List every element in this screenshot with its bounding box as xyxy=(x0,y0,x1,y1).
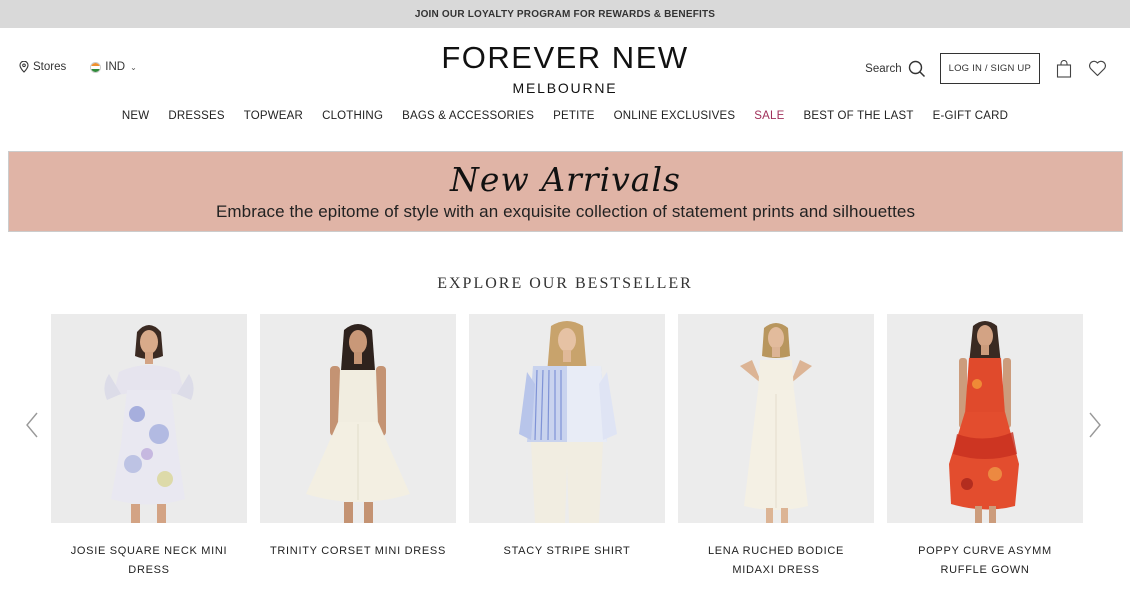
search-label: Search xyxy=(865,62,902,75)
model-in-floral-mini-dress xyxy=(51,314,247,523)
product-name[interactable]: POPPY CURVE ASYMM RUFFLE GOWN xyxy=(887,542,1083,580)
chevron-right-icon xyxy=(1089,412,1101,438)
search-button[interactable]: Search xyxy=(865,60,925,78)
main-nav: NEW DRESSES TOPWEAR CLOTHING BAGS & ACCE… xyxy=(0,110,1130,122)
product-image-cream-corset-dress[interactable] xyxy=(260,314,456,523)
bestseller-carousel: JOSIE SQUARE NECK MINI DRESS TRINITY COR… xyxy=(51,314,1083,580)
nav-item-topwear[interactable]: TOPWEAR xyxy=(234,110,312,122)
header-right: Search LOG IN / SIGN UP xyxy=(865,53,1107,84)
nav-item-bags-accessories[interactable]: BAGS & ACCESSORIES xyxy=(393,110,544,122)
product-name[interactable]: STACY STRIPE SHIRT xyxy=(469,542,665,561)
shopping-bag-button[interactable] xyxy=(1056,59,1072,78)
product-card[interactable]: POPPY CURVE ASYMM RUFFLE GOWN xyxy=(887,314,1083,580)
product-name[interactable]: LENA RUCHED BODICE MIDAXI DRESS xyxy=(678,542,874,580)
nav-item-new[interactable]: NEW xyxy=(112,110,158,122)
model-in-blue-stripe-shirt xyxy=(469,314,665,523)
shopping-bag-icon xyxy=(1056,59,1072,78)
product-name[interactable]: JOSIE SQUARE NECK MINI DRESS xyxy=(51,542,247,580)
product-image-blue-stripe-shirt[interactable] xyxy=(469,314,665,523)
promo-text[interactable]: JOIN OUR LOYALTY PROGRAM FOR REWARDS & B… xyxy=(415,9,715,20)
nav-item-sale[interactable]: SALE xyxy=(745,110,794,122)
bestseller-title: EXPLORE OUR BESTSELLER xyxy=(437,275,693,292)
nav-item-best-of-the-last[interactable]: BEST OF THE LAST xyxy=(794,110,923,122)
nav-item-clothing[interactable]: CLOTHING xyxy=(313,110,393,122)
carousel-next-button[interactable] xyxy=(1085,410,1105,440)
login-label: LOG IN / SIGN UP xyxy=(948,63,1031,74)
nav-item-e-gift-card[interactable]: E-GIFT CARD xyxy=(923,110,1017,122)
product-name[interactable]: TRINITY CORSET MINI DRESS xyxy=(260,542,456,561)
product-card[interactable]: LENA RUCHED BODICE MIDAXI DRESS xyxy=(678,314,874,580)
new-arrivals-banner[interactable]: New Arrivals Embrace the epitome of styl… xyxy=(8,151,1123,232)
nav-item-online-exclusives[interactable]: ONLINE EXCLUSIVES xyxy=(604,110,745,122)
heart-icon xyxy=(1088,60,1107,77)
header: Stores IND ⌄ FOREVER NEW MELBOURNE Searc… xyxy=(0,28,1130,140)
wishlist-button[interactable] xyxy=(1088,60,1107,77)
model-in-white-midaxi-dress xyxy=(678,314,874,523)
product-image-floral-mini-dress[interactable] xyxy=(51,314,247,523)
product-card[interactable]: TRINITY CORSET MINI DRESS xyxy=(260,314,456,580)
nav-item-petite[interactable]: PETITE xyxy=(544,110,604,122)
search-icon xyxy=(908,60,925,77)
carousel-prev-button[interactable] xyxy=(22,410,42,440)
product-image-white-midaxi-dress[interactable] xyxy=(678,314,874,523)
model-in-red-floral-gown xyxy=(887,314,1083,523)
product-card[interactable]: STACY STRIPE SHIRT xyxy=(469,314,665,580)
banner-title: New Arrivals xyxy=(450,160,681,199)
chevron-left-icon xyxy=(26,412,38,438)
product-card[interactable]: JOSIE SQUARE NECK MINI DRESS xyxy=(51,314,247,580)
banner-subtitle: Embrace the epitome of style with an exq… xyxy=(215,202,916,221)
model-in-cream-corset-dress xyxy=(260,314,456,523)
login-signup-button[interactable]: LOG IN / SIGN UP xyxy=(939,53,1040,84)
nav-item-dresses[interactable]: DRESSES xyxy=(159,110,234,122)
product-image-red-floral-gown[interactable] xyxy=(887,314,1083,523)
promo-bar[interactable]: JOIN OUR LOYALTY PROGRAM FOR REWARDS & B… xyxy=(0,0,1130,28)
